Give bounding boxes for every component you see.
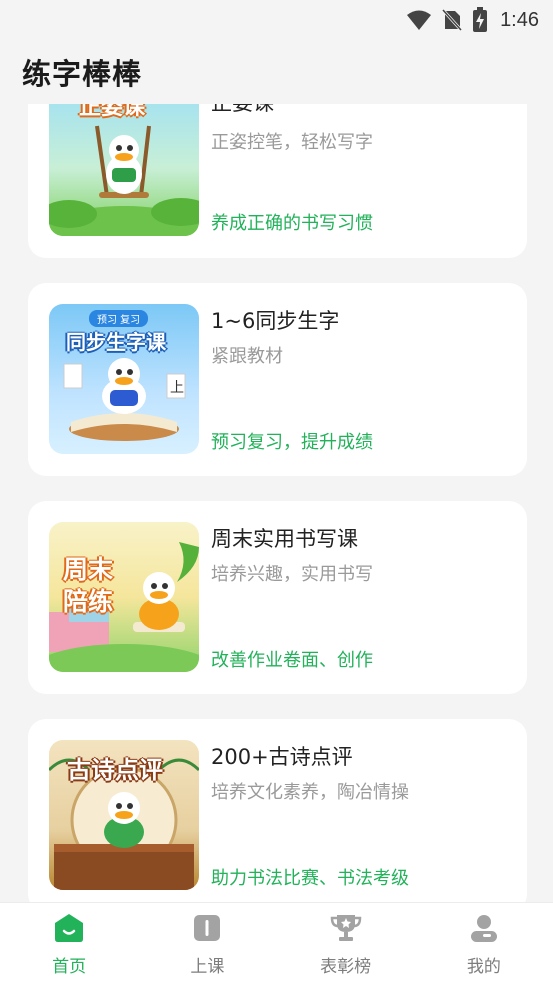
nav-item-leaderboard[interactable]: 表彰榜 — [277, 903, 415, 983]
status-time: 1:46 — [500, 8, 539, 31]
course-title: 200+古诗点评 — [211, 745, 353, 769]
course-card-weekend-writing[interactable]: 周末 陪练 周末实用书写课 培养兴趣，实用书写 改善作业卷面、创作 — [28, 501, 527, 694]
course-tagline: 预习复习，提升成绩 — [211, 432, 373, 453]
bottom-nav: 首页 上课 表彰榜 我的 — [0, 902, 553, 983]
nav-label: 首页 — [52, 957, 87, 977]
course-subtitle: 培养文化素养，陶冶情操 — [211, 782, 409, 803]
course-thumbnail: 周末 陪练 — [49, 522, 199, 672]
thumbnail-title: 古诗点评 — [67, 756, 163, 784]
course-tagline: 养成正确的书写习惯 — [211, 213, 373, 234]
nav-item-profile[interactable]: 我的 — [415, 903, 553, 983]
wifi-icon — [406, 9, 432, 31]
course-thumbnail: 古诗点评 — [49, 740, 199, 890]
course-thumbnail: 上 预习 复习 同步生字课 — [49, 304, 199, 454]
thumbnail-title: 正姿课 — [79, 104, 146, 120]
course-subtitle: 紧跟教材 — [211, 346, 283, 367]
thumbnail-title-line2: 陪练 — [63, 587, 114, 616]
course-card-ancient-poems[interactable]: 古诗点评 200+古诗点评 培养文化素养，陶冶情操 助力书法比赛、书法考级 — [28, 719, 527, 902]
thumbnail-title: 同步生字课 — [66, 330, 166, 354]
trophy-icon — [329, 911, 363, 945]
course-tagline: 改善作业卷面、创作 — [211, 650, 373, 671]
course-subtitle: 培养兴趣，实用书写 — [211, 564, 373, 585]
home-icon — [52, 911, 86, 945]
battery-charging-icon — [472, 7, 488, 33]
page-title: 练字棒棒 — [22, 57, 143, 91]
nav-label: 上课 — [190, 957, 225, 977]
status-bar: 1:46 — [0, 0, 553, 40]
book-icon — [190, 911, 224, 945]
nav-label: 我的 — [466, 957, 501, 977]
course-thumbnail: 正姿课 — [49, 104, 199, 236]
no-sim-icon — [442, 8, 463, 32]
nav-label: 表彰榜 — [320, 957, 372, 977]
svg-text:上: 上 — [170, 380, 184, 396]
nav-item-home[interactable]: 首页 — [0, 903, 138, 983]
app-header: 练字棒棒 — [0, 40, 553, 104]
course-title: 周末实用书写课 — [211, 527, 358, 551]
course-card-sync-characters[interactable]: 上 预习 复习 同步生字课 1~6同步生字 紧跟教材 预习复习，提升成绩 — [28, 283, 527, 476]
nav-item-classes[interactable]: 上课 — [138, 903, 276, 983]
user-icon — [467, 911, 501, 945]
course-list[interactable]: 正姿课 正姿课 正姿控笔，轻松写字 养成正确的书写习惯 上 预习 复习 同步生字… — [0, 104, 553, 902]
course-subtitle: 正姿控笔，轻松写字 — [211, 132, 373, 153]
course-tagline: 助力书法比赛、书法考级 — [211, 868, 409, 889]
course-title: 正姿课 — [211, 104, 274, 117]
course-title: 1~6同步生字 — [211, 309, 340, 333]
thumbnail-badge: 预习 复习 — [89, 310, 149, 327]
thumbnail-title-line1: 周末 — [63, 555, 114, 584]
course-card-posture[interactable]: 正姿课 正姿课 正姿控笔，轻松写字 养成正确的书写习惯 — [28, 104, 527, 258]
